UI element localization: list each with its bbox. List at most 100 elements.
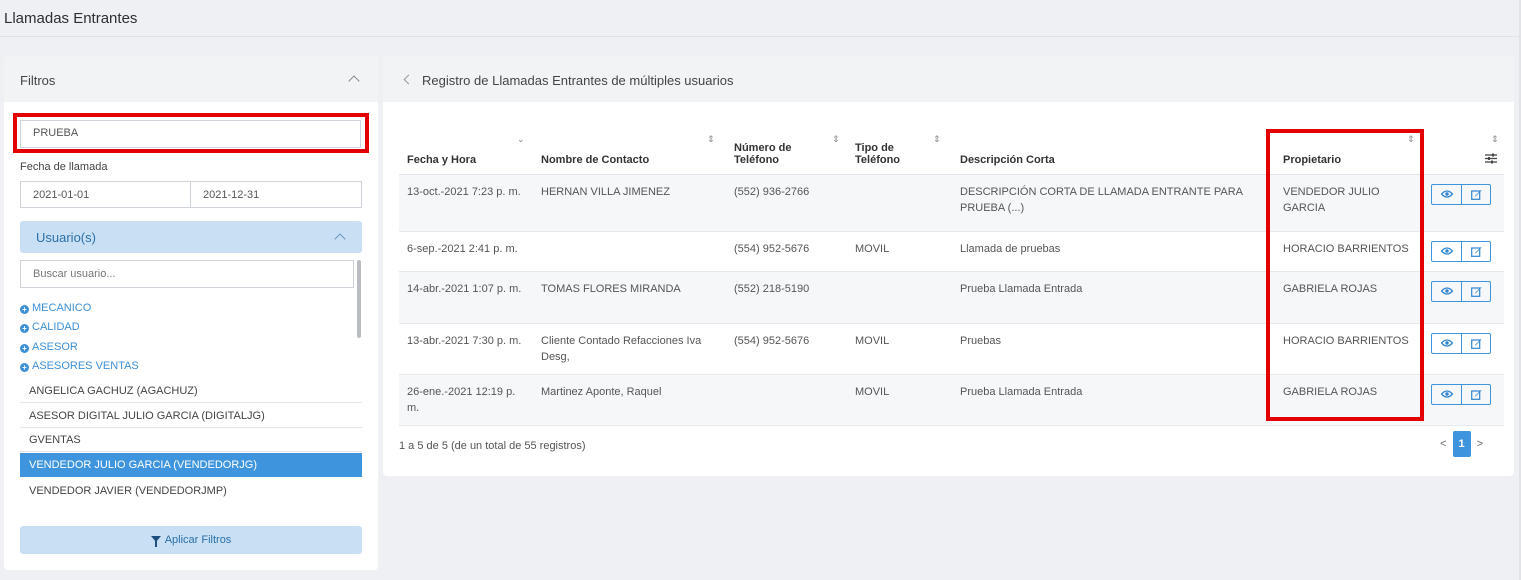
edit-button[interactable] <box>1461 281 1490 301</box>
propietario-highlight-box <box>1266 129 1424 421</box>
group-item-asesor[interactable]: + ASESOR <box>20 341 78 353</box>
plus-circle-icon: + <box>20 305 29 314</box>
user-item-selected[interactable]: VENDEDOR JULIO GARCIA (VENDEDORJG) <box>20 453 362 477</box>
group-label: MECANICO <box>32 302 92 314</box>
sort-icon[interactable]: ⇕ <box>707 134 715 145</box>
cell-descripcion: DESCRIPCIÓN CORTA DE LLAMADA ENTRANTE PA… <box>952 174 1275 232</box>
user-item[interactable]: GVENTAS <box>20 428 362 452</box>
pagination: < 1 > <box>1434 431 1489 457</box>
filters-panel: Filtros PRUEBA Fecha de llamada 2021-01-… <box>4 56 378 570</box>
sliders-icon[interactable] <box>1485 153 1497 164</box>
edit-icon <box>1470 286 1481 297</box>
edit-button[interactable] <box>1461 333 1490 353</box>
sort-icon[interactable]: ⇕ <box>1491 134 1499 145</box>
records-title: Registro de Llamadas Entrantes de múltip… <box>422 73 734 88</box>
plus-circle-icon: + <box>20 363 29 372</box>
chevron-down-icon[interactable]: ⌄ <box>517 134 525 145</box>
col-header-label: Descripción Corta <box>960 153 1055 166</box>
group-label: CALIDAD <box>32 321 80 333</box>
cell-fecha: 6-sep.-2021 2:41 p. m. <box>399 231 533 272</box>
cell-actions <box>1423 231 1504 272</box>
search-highlight-box <box>13 113 369 153</box>
cell-fecha: 14-abr.-2021 1:07 p. m. <box>399 271 533 324</box>
edit-button[interactable] <box>1461 384 1490 404</box>
view-button[interactable] <box>1432 185 1461 204</box>
users-accordion-header[interactable]: Usuario(s) <box>20 221 362 253</box>
cell-descripcion: Prueba Llamada Entrada <box>952 271 1275 324</box>
records-panel: Registro de Llamadas Entrantes de múltip… <box>383 56 1514 476</box>
col-header-fecha[interactable]: ⌄ Fecha y Hora <box>399 128 533 175</box>
cell-tipo: MOVIL <box>847 323 952 375</box>
edit-button[interactable] <box>1461 184 1490 204</box>
view-button[interactable] <box>1432 385 1461 404</box>
cell-fecha: 13-abr.-2021 7:30 p. m. <box>399 323 533 375</box>
page-title: Llamadas Entrantes <box>4 10 138 27</box>
plus-circle-icon: + <box>20 324 29 333</box>
edit-icon <box>1470 389 1481 400</box>
date-label: Fecha de llamada <box>20 161 108 173</box>
eye-icon <box>1440 390 1453 398</box>
date-from-input[interactable]: 2021-01-01 <box>20 181 191 208</box>
cell-descripcion: Pruebas <box>952 323 1275 375</box>
row-actions <box>1431 183 1491 205</box>
filters-title: Filtros <box>20 73 56 88</box>
apply-filters-button[interactable]: Aplicar Filtros <box>20 526 362 554</box>
group-item-calidad[interactable]: + CALIDAD <box>20 321 80 333</box>
view-button[interactable] <box>1432 282 1461 301</box>
users-title: Usuario(s) <box>36 230 96 245</box>
apply-filters-label: Aplicar Filtros <box>164 534 232 546</box>
edit-icon <box>1470 189 1481 200</box>
row-actions <box>1431 383 1491 405</box>
user-item[interactable]: VENDEDOR JAVIER (VENDEDORJMP) <box>20 479 362 503</box>
col-header-actions[interactable]: ⇕ <box>1423 128 1504 175</box>
eye-icon <box>1440 190 1453 198</box>
cell-tipo <box>847 271 952 324</box>
date-to-value: 2021-12-31 <box>203 189 260 201</box>
row-actions <box>1431 280 1491 302</box>
next-page-button[interactable]: > <box>1471 438 1489 450</box>
page-1-button[interactable]: 1 <box>1452 431 1471 457</box>
user-search-input[interactable] <box>33 268 333 280</box>
chevron-up-icon[interactable] <box>334 233 346 245</box>
eye-icon <box>1440 247 1453 255</box>
user-search-field[interactable] <box>20 260 354 288</box>
cell-contacto: TOMAS FLORES MIRANDA <box>533 271 726 324</box>
filter-icon <box>150 536 161 547</box>
eye-icon <box>1440 287 1453 295</box>
group-label: ASESORES VENTAS <box>32 360 139 372</box>
col-header-contacto[interactable]: ⇕ Nombre de Contacto <box>533 128 726 175</box>
user-list-scrollbar[interactable] <box>357 260 361 338</box>
user-item[interactable]: ASESOR DIGITAL JULIO GARCIA (DIGITALJG) <box>20 404 362 428</box>
view-button[interactable] <box>1432 334 1461 353</box>
plus-circle-icon: + <box>20 344 29 353</box>
cell-contacto: Martinez Aponte, Raquel <box>533 374 726 426</box>
user-item[interactable]: ANGELICA GACHUZ (AGACHUZ) <box>20 379 362 403</box>
cell-tipo <box>847 174 952 232</box>
prev-page-button[interactable]: < <box>1434 438 1452 450</box>
date-to-input[interactable]: 2021-12-31 <box>190 181 362 208</box>
cell-actions <box>1423 271 1504 324</box>
filters-header[interactable]: Filtros <box>4 56 378 102</box>
back-chevron-icon[interactable] <box>403 74 414 85</box>
sort-icon[interactable]: ⇕ <box>933 134 941 145</box>
col-header-label: Nombre de Contacto <box>541 153 650 166</box>
col-header-tipo[interactable]: ⇕ Tipo de Teléfono <box>847 128 952 175</box>
records-summary: 1 a 5 de 5 (de un total de 55 registros) <box>399 440 586 452</box>
sort-icon[interactable]: ⇕ <box>832 134 840 145</box>
col-header-label: Fecha y Hora <box>407 153 477 166</box>
cell-actions <box>1423 174 1504 232</box>
group-item-mecanico[interactable]: + MECANICO <box>20 302 91 314</box>
cell-actions <box>1423 323 1504 375</box>
cell-tipo: MOVIL <box>847 231 952 272</box>
cell-contacto <box>533 231 726 272</box>
col-header-telefono[interactable]: ⇕ Número de Teléfono <box>726 128 847 175</box>
col-header-descripcion[interactable]: Descripción Corta <box>952 128 1275 175</box>
cell-telefono: (554) 952-5676 <box>726 323 847 375</box>
row-actions <box>1431 240 1491 262</box>
view-button[interactable] <box>1432 242 1461 261</box>
row-actions <box>1431 332 1491 354</box>
edit-icon <box>1470 338 1481 349</box>
group-item-asesores-ventas[interactable]: + ASESORES VENTAS <box>20 360 139 372</box>
edit-button[interactable] <box>1461 241 1490 261</box>
chevron-up-icon[interactable] <box>348 75 360 87</box>
